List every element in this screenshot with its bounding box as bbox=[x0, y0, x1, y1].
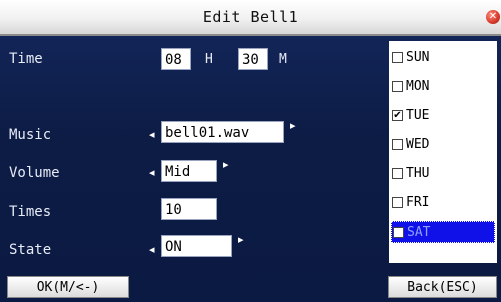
day-label: SAT bbox=[407, 225, 431, 240]
music-field[interactable]: bell01.wav bbox=[161, 121, 284, 143]
state-left-arrow-icon[interactable]: ◂ bbox=[149, 243, 155, 256]
day-sat[interactable]: SAT bbox=[391, 221, 495, 243]
day-label: MON bbox=[406, 79, 430, 94]
thu-checkbox[interactable] bbox=[392, 168, 403, 179]
minute-unit: M bbox=[279, 52, 287, 67]
weekday-list: SUN MON ✔ TUE WED THU FRI SAT bbox=[389, 41, 497, 263]
volume-label: Volume bbox=[9, 165, 60, 181]
back-button[interactable]: Back(ESC) bbox=[388, 276, 497, 298]
day-label: TUE bbox=[406, 108, 430, 123]
day-tue[interactable]: ✔ TUE bbox=[391, 105, 495, 127]
sat-checkbox[interactable] bbox=[393, 227, 404, 238]
day-wed[interactable]: WED bbox=[391, 134, 495, 156]
day-label: FRI bbox=[406, 195, 430, 210]
day-label: WED bbox=[406, 137, 430, 152]
mon-checkbox[interactable] bbox=[392, 81, 403, 92]
state-label: State bbox=[9, 242, 52, 258]
time-label: Time bbox=[9, 51, 43, 67]
day-mon[interactable]: MON bbox=[391, 76, 495, 98]
state-field[interactable]: ON bbox=[161, 235, 232, 257]
hour-field[interactable]: 08 bbox=[161, 48, 191, 70]
day-label: SUN bbox=[406, 50, 430, 65]
day-thu[interactable]: THU bbox=[391, 163, 495, 185]
sun-checkbox[interactable] bbox=[392, 52, 403, 63]
tue-checkbox[interactable]: ✔ bbox=[392, 110, 403, 121]
volume-right-arrow-icon[interactable]: ▸ bbox=[223, 158, 229, 171]
times-field[interactable]: 10 bbox=[161, 198, 217, 220]
ok-button[interactable]: OK(M/<-) bbox=[7, 276, 129, 298]
music-right-arrow-icon[interactable]: ▸ bbox=[290, 119, 296, 132]
day-sun[interactable]: SUN bbox=[391, 47, 495, 69]
minute-field[interactable]: 30 bbox=[238, 48, 268, 70]
title-bar: Edit Bell1 ✕ bbox=[0, 0, 501, 36]
volume-left-arrow-icon[interactable]: ◂ bbox=[149, 166, 155, 179]
edit-bell-dialog: Edit Bell1 ✕ Time 08 H 30 M Music ◂ bell… bbox=[0, 0, 501, 302]
day-fri[interactable]: FRI bbox=[391, 192, 495, 214]
close-icon[interactable]: ✕ bbox=[486, 10, 500, 24]
music-left-arrow-icon[interactable]: ◂ bbox=[149, 128, 155, 141]
music-label: Music bbox=[9, 127, 52, 143]
day-label: THU bbox=[406, 166, 430, 181]
state-right-arrow-icon[interactable]: ▸ bbox=[238, 233, 244, 246]
wed-checkbox[interactable] bbox=[392, 139, 403, 150]
volume-field[interactable]: Mid bbox=[161, 160, 217, 182]
dialog-title: Edit Bell1 bbox=[202, 8, 299, 26]
times-label: Times bbox=[9, 204, 52, 220]
hour-unit: H bbox=[205, 52, 213, 67]
fri-checkbox[interactable] bbox=[392, 197, 403, 208]
